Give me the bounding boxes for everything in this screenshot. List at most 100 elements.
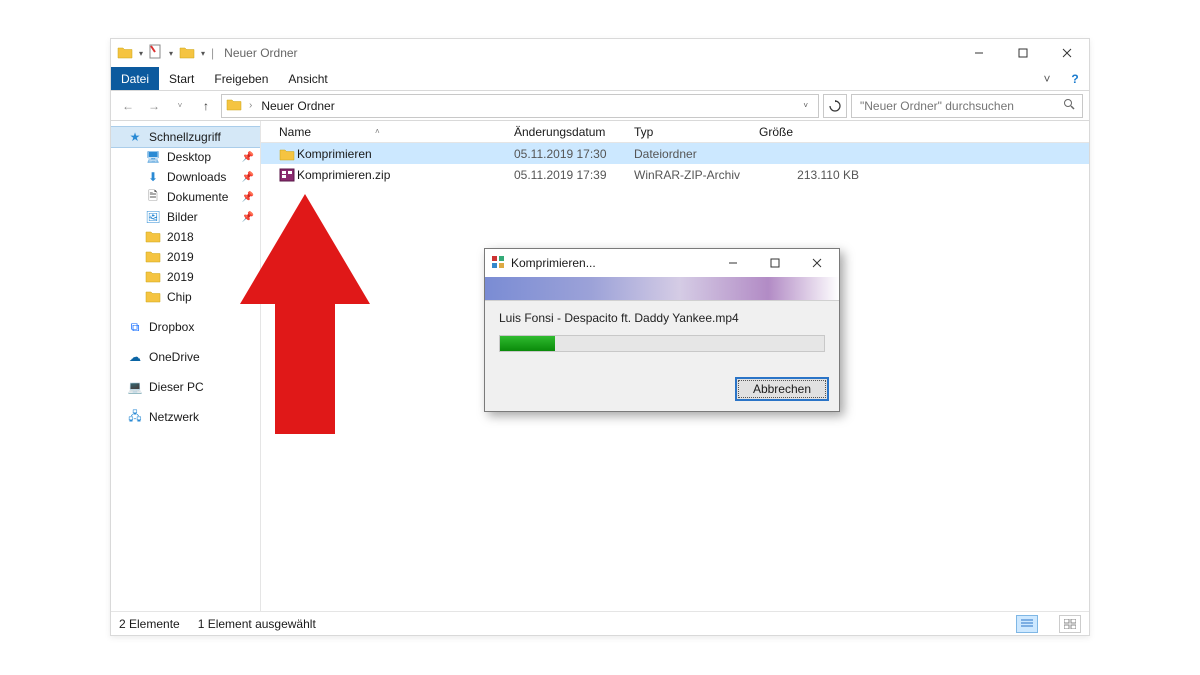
column-name[interactable]: Name ˄: [279, 125, 514, 139]
picture-icon: 🖼: [145, 210, 161, 224]
sidebar-item-label: 2018: [167, 230, 194, 244]
progress-bar-fill: [500, 336, 555, 351]
sidebar-item-label: Chip: [167, 290, 192, 304]
sidebar-item-dropbox[interactable]: ⧉ Dropbox: [111, 317, 260, 337]
search-box[interactable]: [851, 94, 1083, 118]
title-separator: |: [207, 46, 218, 60]
pc-icon: 💻: [127, 380, 143, 394]
sidebar-item-chip[interactable]: Chip: [111, 287, 260, 307]
forward-button[interactable]: →: [143, 95, 165, 117]
sidebar-item-desktop[interactable]: 🖥 Desktop 📌: [111, 147, 260, 167]
dialog-close-button[interactable]: [799, 251, 835, 275]
refresh-button[interactable]: [823, 94, 847, 118]
chevron-right-icon[interactable]: ›: [246, 100, 255, 111]
folder-icon: [145, 249, 161, 266]
sidebar-item-onedrive[interactable]: ☁ OneDrive: [111, 347, 260, 367]
network-icon: 🖧: [127, 407, 143, 428]
folder-icon: [279, 147, 297, 161]
help-icon[interactable]: ?: [1061, 67, 1089, 90]
ribbon-expand-icon[interactable]: ˅: [1033, 67, 1061, 90]
sidebar-item-pictures[interactable]: 🖼 Bilder 📌: [111, 207, 260, 227]
view-thumbnails-button[interactable]: [1059, 615, 1081, 633]
new-doc-icon[interactable]: [149, 44, 163, 63]
progress-filename: Luis Fonsi - Despacito ft. Daddy Yankee.…: [499, 311, 825, 325]
qat-dropdown-icon[interactable]: ▾: [167, 49, 175, 58]
maximize-button[interactable]: [1001, 39, 1045, 67]
folder-icon: [226, 97, 242, 114]
sidebar-item-2019[interactable]: 2019: [111, 247, 260, 267]
up-button[interactable]: ↑: [195, 95, 217, 117]
file-date: 05.11.2019 17:30: [514, 147, 634, 161]
sidebar-item-label: OneDrive: [149, 350, 200, 364]
sidebar-item-documents[interactable]: 🗎 Dokumente 📌: [111, 187, 260, 207]
zip-icon: [279, 167, 297, 183]
document-icon: 🗎: [145, 187, 161, 208]
tab-share[interactable]: Freigeben: [204, 67, 278, 90]
file-name: Komprimieren: [297, 147, 514, 161]
tab-view[interactable]: Ansicht: [278, 67, 337, 90]
tab-file[interactable]: Datei: [111, 67, 159, 90]
file-row[interactable]: Komprimieren05.11.2019 17:30Dateiordner: [261, 143, 1089, 164]
recent-dropdown-icon[interactable]: ˅: [169, 95, 191, 117]
sidebar-item-label: Dropbox: [149, 320, 194, 334]
file-name: Komprimieren.zip: [297, 168, 514, 182]
dialog-title-bar[interactable]: Komprimieren...: [485, 249, 839, 277]
file-date: 05.11.2019 17:39: [514, 168, 634, 182]
sidebar-item-label: 2019: [167, 270, 194, 284]
title-bar: ▾ ▾ ▾ | Neuer Ordner: [111, 39, 1089, 67]
back-button[interactable]: ←: [117, 95, 139, 117]
address-dropdown-icon[interactable]: ˅: [797, 101, 814, 110]
cancel-button[interactable]: Abbrechen: [735, 377, 829, 401]
sidebar-item-2018[interactable]: 2018: [111, 227, 260, 247]
desktop-icon: 🖥: [145, 150, 161, 164]
ribbon: Datei Start Freigeben Ansicht ˅ ?: [111, 67, 1089, 91]
folder-icon: [145, 289, 161, 306]
sidebar-item-label: Bilder: [167, 210, 198, 224]
column-date[interactable]: Änderungsdatum: [514, 125, 634, 139]
dialog-banner: [485, 277, 839, 301]
column-headers: Name ˄ Änderungsdatum Typ Größe: [261, 121, 1089, 143]
folder-icon: [145, 269, 161, 286]
pin-icon: 📌: [242, 212, 254, 223]
sidebar-item-this-pc[interactable]: 💻 Dieser PC: [111, 377, 260, 397]
sidebar-item-label: Schnellzugriff: [149, 130, 221, 144]
open-folder-icon[interactable]: [179, 45, 195, 62]
breadcrumb[interactable]: Neuer Ordner: [259, 99, 336, 113]
minimize-button[interactable]: [957, 39, 1001, 67]
sidebar-item-2019[interactable]: 2019: [111, 267, 260, 287]
search-input[interactable]: [858, 98, 1063, 114]
progress-dialog: Komprimieren... Luis Fonsi - Despacito f…: [484, 248, 840, 412]
sidebar-item-quick-access[interactable]: ★ Schnellzugriff: [111, 127, 260, 147]
folder-icon: [145, 229, 161, 246]
sidebar-item-downloads[interactable]: ⬇ Downloads 📌: [111, 167, 260, 187]
sidebar-item-label: Desktop: [167, 150, 211, 164]
star-icon: ★: [127, 130, 143, 144]
sidebar-item-network[interactable]: 🖧 Netzwerk: [111, 407, 260, 427]
progress-bar: [499, 335, 825, 352]
view-details-button[interactable]: [1016, 615, 1038, 633]
column-size[interactable]: Größe: [759, 125, 869, 139]
quick-access-dropdown-icon[interactable]: ▾: [137, 49, 145, 58]
status-bar: 2 Elemente 1 Element ausgewählt: [111, 611, 1089, 635]
column-type[interactable]: Typ: [634, 125, 759, 139]
dialog-minimize-button[interactable]: [715, 251, 751, 275]
close-button[interactable]: [1045, 39, 1089, 67]
sidebar: ★ Schnellzugriff 🖥 Desktop 📌 ⬇ Downloads…: [111, 121, 261, 611]
sidebar-item-label: 2019: [167, 250, 194, 264]
qat-overflow-icon[interactable]: ▾: [199, 49, 207, 58]
file-row[interactable]: Komprimieren.zip05.11.2019 17:39WinRAR-Z…: [261, 164, 1089, 185]
pin-icon: 📌: [242, 192, 254, 203]
pin-icon: 📌: [242, 152, 254, 163]
dialog-title: Komprimieren...: [511, 256, 596, 270]
address-bar[interactable]: › Neuer Ordner ˅: [221, 94, 819, 118]
tab-start[interactable]: Start: [159, 67, 204, 90]
folder-app-icon: [117, 45, 133, 62]
file-type: WinRAR-ZIP-Archiv: [634, 168, 759, 182]
file-type: Dateiordner: [634, 147, 759, 161]
sort-asc-icon: ˄: [375, 127, 380, 136]
dialog-maximize-button[interactable]: [757, 251, 793, 275]
search-icon[interactable]: [1063, 98, 1076, 114]
window-title: Neuer Ordner: [218, 46, 297, 60]
file-size: 213.110 KB: [759, 168, 869, 182]
sidebar-item-label: Dokumente: [167, 190, 228, 204]
